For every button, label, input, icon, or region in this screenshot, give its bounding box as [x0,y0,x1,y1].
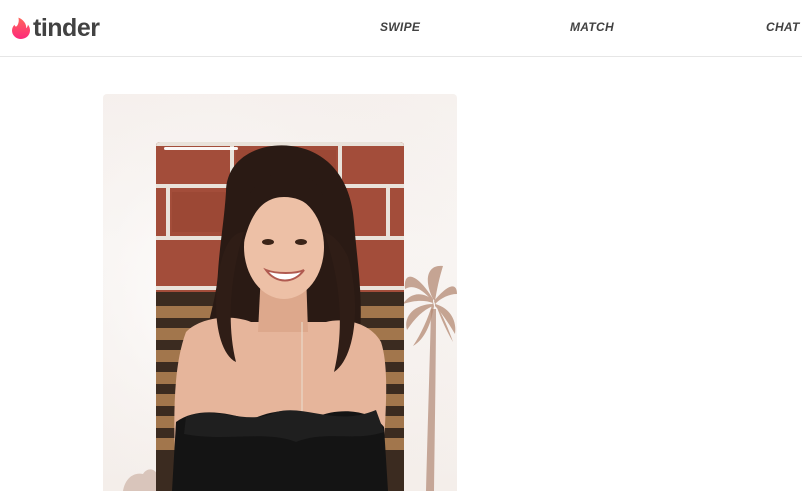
nav-swipe[interactable]: SWIPE [380,19,420,35]
profile-photo-card[interactable] [156,142,404,491]
logo-wordmark: tinder [33,14,100,42]
nav-match[interactable]: MATCH [570,19,614,35]
photo-progress-indicator [164,147,238,150]
top-navigation-bar: tinder SWIPE MATCH CHAT [0,0,802,57]
tinder-logo[interactable]: tinder [12,13,100,43]
flame-icon [12,17,30,39]
profile-photo [156,142,404,491]
nav-chat[interactable]: CHAT [766,19,800,35]
